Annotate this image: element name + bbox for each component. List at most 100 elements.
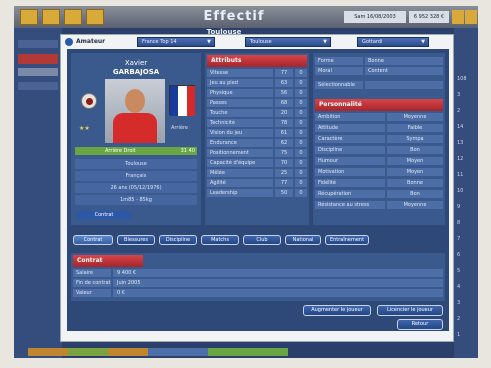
- release-player-button[interactable]: Licencier le joueur: [377, 305, 443, 316]
- personality-row: Résistance au stress Moyenne: [315, 201, 443, 209]
- tab-club[interactable]: Club: [243, 235, 281, 245]
- attribute-value: 78: [275, 119, 293, 127]
- contract-value: Juin 2005: [113, 279, 443, 287]
- ghost-number: 5: [457, 268, 461, 274]
- contract-button[interactable]: Contrat: [77, 211, 131, 219]
- personality-value: Sympa: [387, 135, 443, 143]
- attribute-label: Leadership: [207, 189, 273, 197]
- info-nationality: Français: [75, 171, 197, 181]
- personality-value: Moyenne: [387, 201, 443, 209]
- personality-key: Discipline: [315, 146, 385, 154]
- status-personality-panel: Forme Bonne Moral Content Sélectionnable…: [313, 53, 445, 225]
- list-item: [18, 82, 58, 90]
- tab-contrat[interactable]: Contrat: [73, 235, 113, 245]
- attribute-value: 63: [275, 79, 293, 87]
- attribute-label: Agilité: [207, 179, 273, 187]
- position-delta: 40: [188, 148, 195, 154]
- raise-salary-button[interactable]: Augmenter le joueur: [303, 305, 371, 316]
- attribute-row: Vision du jeu 61 0: [207, 129, 307, 137]
- tab-national[interactable]: National: [285, 235, 321, 245]
- menu-news-icon[interactable]: [86, 9, 104, 25]
- attribute-row: Touche 20 0: [207, 109, 307, 117]
- dialog-body: Xavier GARBAJOSA ★★ Arrière Arrière Droi…: [67, 49, 449, 331]
- attribute-value: 77: [275, 179, 293, 187]
- ghost-number: 8: [457, 220, 461, 226]
- status-row: Sélectionnable: [315, 81, 443, 89]
- attributes-title: Attributs: [207, 55, 307, 67]
- attribute-value: 20: [275, 109, 293, 117]
- attribute-value: 56: [275, 89, 293, 97]
- menu-folder-icon[interactable]: [42, 9, 60, 25]
- background-squad-list: [14, 28, 62, 358]
- attribute-value: 50: [275, 189, 293, 197]
- personality-value: Bon: [387, 146, 443, 154]
- options-icon[interactable]: [452, 10, 464, 24]
- attribute-value: 75: [275, 149, 293, 157]
- attributes-panel: Attributs Vitesse 77 0 Jeu au pied 63 0 Physiq…: [205, 53, 309, 225]
- league-select[interactable]: France Top 14 ▼: [137, 37, 215, 47]
- attribute-value: 68: [275, 99, 293, 107]
- attribute-label: Jeu au pied: [207, 79, 273, 87]
- attribute-row: Technicité 78 0: [207, 119, 307, 127]
- contract-key: Valeur: [73, 289, 111, 297]
- contract-value: 0 €: [113, 289, 443, 297]
- ghost-number: 13: [457, 140, 464, 146]
- team-select-value: Toulouse: [250, 39, 272, 45]
- personality-key: Humour: [315, 157, 385, 165]
- contract-title: Contrat: [73, 255, 143, 267]
- attribute-row: Physique 56 0: [207, 89, 307, 97]
- club-badge-icon: [81, 93, 97, 109]
- player-profile-dialog: Amateur France Top 14 ▼ Toulouse ▼ Gottard…: [60, 34, 454, 342]
- amateur-logo-icon: [65, 38, 73, 46]
- contract-row: Salaire 9 400 €: [73, 269, 443, 277]
- strip-segment: [108, 348, 148, 356]
- status-value: Bonne: [365, 57, 443, 65]
- player-card: Xavier GARBAJOSA ★★ Arrière Arrière Droi…: [71, 53, 201, 225]
- ghost-number: 108: [457, 76, 467, 82]
- attribute-delta: 0: [295, 119, 307, 127]
- contract-panel: Contrat Salaire 9 400 € Fin de contrat J…: [71, 253, 445, 301]
- strip-segment: [208, 348, 288, 356]
- ghost-number: 4: [457, 284, 461, 290]
- top-bar: Effectif Sam 16/08/2003 6 952 328 €: [14, 6, 478, 28]
- strip-segment: [148, 348, 208, 356]
- attribute-row: Agilité 77 0: [207, 179, 307, 187]
- player-side-label: Arrière: [171, 125, 188, 131]
- player-shirt: [113, 113, 157, 143]
- team-select[interactable]: Toulouse ▼: [245, 37, 331, 47]
- attribute-label: Technicité: [207, 119, 273, 127]
- attribute-label: Capacité d'équipe: [207, 159, 273, 167]
- back-button[interactable]: Retour: [397, 319, 443, 330]
- attribute-label: Endurance: [207, 139, 273, 147]
- menu-club-icon[interactable]: [64, 9, 82, 25]
- attribute-value: 25: [275, 169, 293, 177]
- attribute-label: Positionnement: [207, 149, 273, 157]
- status-row: Moral Content: [315, 67, 443, 75]
- attribute-delta: 0: [295, 169, 307, 177]
- screen-title: Effectif: [203, 9, 265, 24]
- close-icon[interactable]: [465, 10, 477, 24]
- attribute-delta: 0: [295, 109, 307, 117]
- tab-matchs[interactable]: Matchs: [201, 235, 239, 245]
- attribute-row: Jeu au pied 63 0: [207, 79, 307, 87]
- personality-key: Attitude: [315, 124, 385, 132]
- ghost-number: 11: [457, 172, 464, 178]
- tab-discipline[interactable]: Discipline: [159, 235, 197, 245]
- attribute-delta: 0: [295, 139, 307, 147]
- personality-row: Discipline Bon: [315, 146, 443, 154]
- dialog-header: Amateur France Top 14 ▼ Toulouse ▼ Gottard…: [61, 35, 453, 49]
- player-select[interactable]: Gottardi ▼: [357, 37, 429, 47]
- contract-value: 9 400 €: [113, 269, 443, 277]
- list-item: [18, 54, 58, 64]
- menu-home-icon[interactable]: [20, 9, 38, 25]
- tab-blessures[interactable]: Blessures: [117, 235, 155, 245]
- personality-value: Bonne: [387, 179, 443, 187]
- chevron-down-icon: ▼: [421, 39, 425, 45]
- attribute-label: Vision du jeu: [207, 129, 273, 137]
- attribute-label: Vitesse: [207, 69, 273, 77]
- status-extra: Sélectionnable: [315, 81, 363, 89]
- contract-row: Fin de contrat Juin 2005: [73, 279, 443, 287]
- tab-entranement[interactable]: Entraînement: [325, 235, 369, 245]
- club-money: 6 952 328 €: [409, 11, 449, 23]
- position-bar: Arrière Droit 31 40: [75, 147, 197, 155]
